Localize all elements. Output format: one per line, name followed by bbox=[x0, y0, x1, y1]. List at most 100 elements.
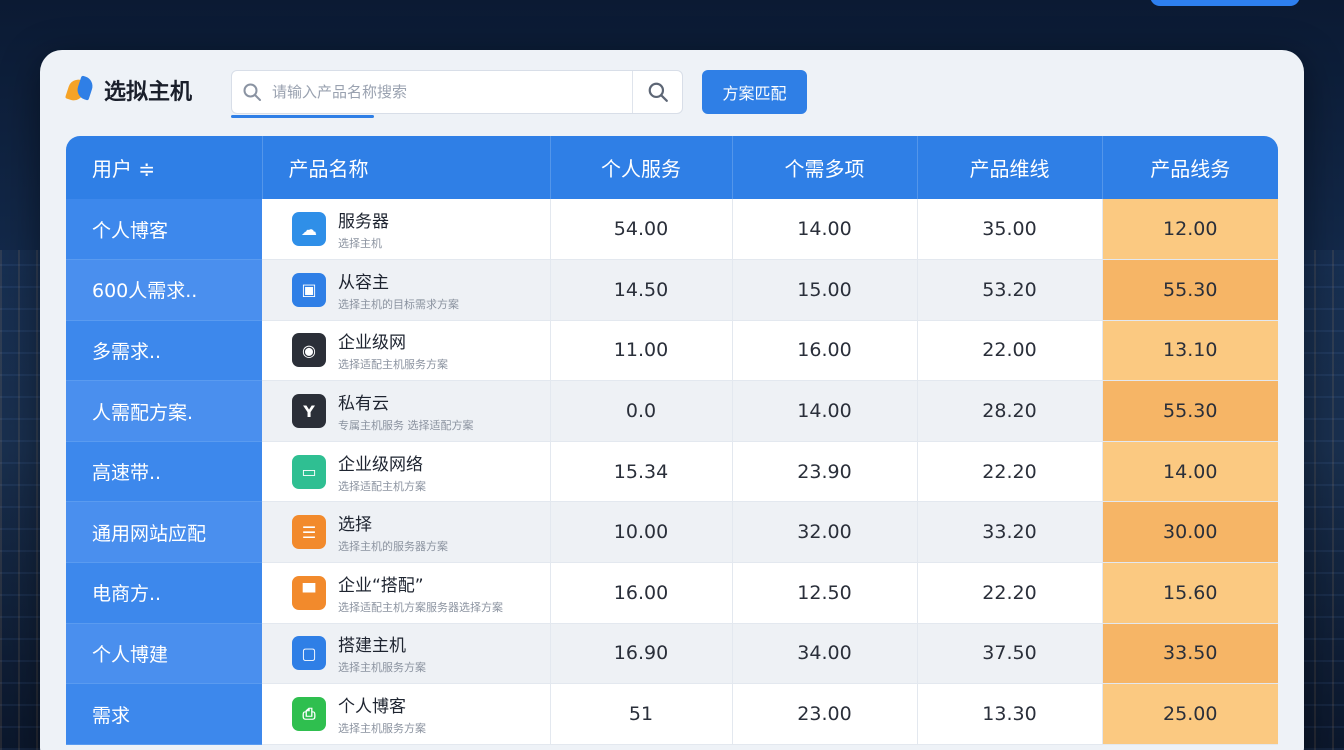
cell-product: ☰ 选择 选择主机的服务器方案 bbox=[262, 501, 551, 564]
table-row[interactable]: 通用网站应配 ☰ 选择 选择主机的服务器方案 10.00 32.00 33.20… bbox=[66, 501, 1278, 564]
box-icon: ▣ bbox=[292, 272, 326, 307]
cell-product-dimension: 33.20 bbox=[917, 501, 1103, 564]
cell-personal-service: 15.34 bbox=[550, 441, 733, 503]
cell-multi-need: 12.50 bbox=[732, 562, 918, 624]
cell-product: ◉ 企业级网 选择适配主机服务方案 bbox=[262, 320, 551, 382]
cell-multi-need: 23.90 bbox=[732, 441, 918, 503]
plan-match-button[interactable]: 方案匹配 bbox=[702, 70, 807, 114]
product-name: 企业级网络 bbox=[338, 454, 423, 475]
cell-product-business: 30.00 bbox=[1102, 501, 1278, 564]
cell-product-dimension: 35.00 bbox=[917, 199, 1103, 261]
cell-product-dimension: 53.20 bbox=[917, 259, 1103, 321]
cell-personal-service: 11.00 bbox=[550, 320, 733, 382]
header-multi-need[interactable]: 个需多项 bbox=[732, 136, 918, 199]
cell-product: ▀ 企业“搭配” 选择适配主机方案服务器选择方案 bbox=[262, 562, 551, 624]
table-row[interactable]: 高速带.. ▭ 企业级网络 选择适配主机方案 15.34 23.90 22.20… bbox=[66, 441, 1278, 503]
header-personal-service[interactable]: 个人服务 bbox=[550, 136, 733, 199]
brand-logo-icon bbox=[64, 75, 96, 105]
cell-product-dimension: 22.00 bbox=[917, 320, 1103, 382]
header-user-sortable[interactable]: 用户 ≑ bbox=[66, 136, 263, 199]
cell-personal-service: 16.90 bbox=[550, 623, 733, 685]
product-description: 专属主机服务 选择适配方案 bbox=[338, 419, 474, 433]
product-name: 私有云 bbox=[338, 394, 389, 415]
product-description: 选择适配主机服务方案 bbox=[338, 358, 448, 372]
plant-icon: Y bbox=[292, 394, 326, 429]
table-row[interactable]: 个人博客 ☁ 服务器 选择主机 54.00 14.00 35.00 12.00 bbox=[66, 199, 1278, 261]
cell-product-business: 55.30 bbox=[1102, 259, 1278, 321]
cell-product-business: 15.60 bbox=[1102, 562, 1278, 624]
cell-personal-service: 0.0 bbox=[550, 380, 733, 442]
table-row[interactable]: 个人博建 ▢ 搭建主机 选择主机服务方案 16.90 34.00 37.50 3… bbox=[66, 623, 1278, 685]
cell-product: ⎙ 个人博客 选择主机服务方案 bbox=[262, 683, 551, 745]
product-name: 个人博客 bbox=[338, 697, 406, 718]
product-description: 选择适配主机方案 bbox=[338, 479, 426, 493]
cell-product: ▣ 从容主 选择主机的目标需求方案 bbox=[262, 259, 551, 321]
cell-multi-need: 23.00 bbox=[732, 683, 918, 745]
product-description: 选择主机服务方案 bbox=[338, 661, 426, 675]
table-row[interactable]: 多需求.. ◉ 企业级网 选择适配主机服务方案 11.00 16.00 22.0… bbox=[66, 320, 1278, 382]
product-description: 选择主机的服务器方案 bbox=[338, 540, 448, 554]
header-product-business[interactable]: 产品线务 bbox=[1102, 136, 1278, 199]
product-description: 选择主机 bbox=[338, 237, 382, 251]
cloud-icon: ☁ bbox=[292, 212, 326, 247]
cell-personal-service: 54.00 bbox=[550, 199, 733, 261]
cell-product-dimension: 13.30 bbox=[917, 683, 1103, 745]
cell-multi-need: 34.00 bbox=[732, 623, 918, 685]
main-panel: 选拟主机 方案匹配 用户 ≑ 产品名称 个人服务 bbox=[40, 50, 1304, 750]
cell-user: 600人需求.. bbox=[66, 259, 262, 321]
cell-personal-service: 16.00 bbox=[550, 562, 733, 624]
camera-icon: ◉ bbox=[292, 333, 326, 368]
search-submit-icon[interactable] bbox=[632, 71, 682, 113]
table-row[interactable]: 电商方.. ▀ 企业“搭配” 选择适配主机方案服务器选择方案 16.00 12.… bbox=[66, 562, 1278, 624]
cell-product: ▭ 企业级网络 选择适配主机方案 bbox=[262, 441, 551, 503]
product-name: 企业“搭配” bbox=[338, 575, 424, 596]
product-name: 搭建主机 bbox=[338, 636, 406, 657]
cell-product-business: 14.00 bbox=[1102, 441, 1278, 503]
cell-multi-need: 14.00 bbox=[732, 199, 918, 261]
cell-product-dimension: 37.50 bbox=[917, 623, 1103, 685]
cell-personal-service: 10.00 bbox=[550, 501, 733, 564]
header-product-name[interactable]: 产品名称 bbox=[262, 136, 551, 199]
cell-user: 高速带.. bbox=[66, 441, 262, 503]
cell-product-business: 55.30 bbox=[1102, 380, 1278, 442]
cell-product-business: 25.00 bbox=[1102, 683, 1278, 745]
cell-product-dimension: 22.20 bbox=[917, 441, 1103, 503]
cell-user: 个人博建 bbox=[66, 623, 262, 685]
cell-user: 需求 bbox=[66, 683, 262, 745]
banner-button-cropped bbox=[1150, 0, 1300, 6]
product-description: 选择主机的目标需求方案 bbox=[338, 297, 459, 311]
table-header-row: 用户 ≑ 产品名称 个人服务 个需多项 产品维线 产品线务 bbox=[66, 136, 1278, 199]
cell-product-business: 12.00 bbox=[1102, 199, 1278, 261]
display-icon: ▭ bbox=[292, 454, 326, 489]
cell-user: 多需求.. bbox=[66, 320, 262, 382]
search-input[interactable] bbox=[272, 83, 632, 101]
cell-product: ▢ 搭建主机 选择主机服务方案 bbox=[262, 623, 551, 685]
cell-product-dimension: 28.20 bbox=[917, 380, 1103, 442]
cell-personal-service: 51 bbox=[550, 683, 733, 745]
printer-icon: ⎙ bbox=[292, 697, 326, 732]
cell-user: 电商方.. bbox=[66, 562, 262, 624]
brand: 选拟主机 bbox=[64, 74, 193, 106]
search-box bbox=[231, 70, 683, 114]
cell-product: ☁ 服务器 选择主机 bbox=[262, 199, 551, 261]
cell-multi-need: 32.00 bbox=[732, 501, 918, 564]
cell-multi-need: 15.00 bbox=[732, 259, 918, 321]
cell-user: 个人博客 bbox=[66, 199, 262, 261]
product-description: 选择适配主机方案服务器选择方案 bbox=[338, 600, 503, 614]
server-icon: ☰ bbox=[292, 515, 326, 550]
chat-icon: ▢ bbox=[292, 636, 326, 671]
table-row[interactable]: 需求 ⎙ 个人博客 选择主机服务方案 51 23.00 13.30 25.00 bbox=[66, 683, 1278, 745]
product-name: 企业级网 bbox=[338, 333, 406, 354]
top-banner-partial bbox=[0, 0, 1344, 12]
table-body: 个人博客 ☁ 服务器 选择主机 54.00 14.00 35.00 12.00 … bbox=[66, 199, 1278, 745]
table-row[interactable]: 人需配方案. Y 私有云 专属主机服务 选择适配方案 0.0 14.00 28.… bbox=[66, 380, 1278, 442]
search-active-underline bbox=[231, 115, 374, 118]
brand-name: 选拟主机 bbox=[104, 80, 193, 105]
product-name: 服务器 bbox=[338, 212, 389, 233]
header-product-dimension[interactable]: 产品维线 bbox=[917, 136, 1103, 199]
cell-product-business: 13.10 bbox=[1102, 320, 1278, 382]
cell-product: Y 私有云 专属主机服务 选择适配方案 bbox=[262, 380, 551, 442]
comparison-table: 用户 ≑ 产品名称 个人服务 个需多项 产品维线 产品线务 个人博客 ☁ 服务器… bbox=[66, 136, 1278, 745]
table-row[interactable]: 600人需求.. ▣ 从容主 选择主机的目标需求方案 14.50 15.00 5… bbox=[66, 259, 1278, 321]
cell-product-business: 33.50 bbox=[1102, 623, 1278, 685]
